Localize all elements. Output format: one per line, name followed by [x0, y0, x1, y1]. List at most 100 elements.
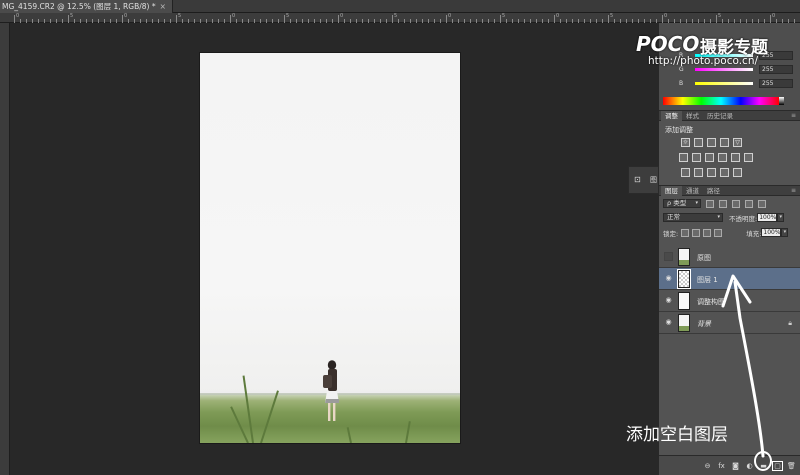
ruler-tick: [446, 15, 447, 23]
layer-name[interactable]: 图层 1: [697, 275, 718, 285]
adjustment-layer-icon[interactable]: ◐: [745, 462, 754, 470]
slider-bar-b[interactable]: [695, 82, 753, 85]
filter-pixel-icon[interactable]: [706, 199, 714, 208]
layer-thumbnail[interactable]: [678, 314, 690, 332]
tab-adjustments[interactable]: 调整: [661, 110, 682, 121]
tab-channels[interactable]: 通道: [682, 186, 703, 196]
visibility-toggle[interactable]: [664, 252, 673, 261]
document-tab[interactable]: MG_4159.CR2 @ 12.5% (图层 1, RGB/8) * ×: [0, 0, 173, 13]
ruler-tick: [458, 19, 459, 23]
photo-filter-icon[interactable]: [718, 153, 727, 162]
vibrance-icon[interactable]: ▽: [733, 138, 742, 147]
layer-filter-select[interactable]: ρ 类型 ▾: [663, 199, 701, 208]
ruler-tick: [38, 19, 39, 23]
ruler-tick: [770, 15, 771, 23]
color-spectrum-bar[interactable]: [663, 97, 779, 105]
invert-icon[interactable]: [681, 168, 690, 177]
panel-menu-icon[interactable]: ≡: [791, 187, 796, 194]
fill-field[interactable]: 100%: [761, 228, 782, 237]
ruler-tick: [56, 19, 57, 23]
lock-label: 锁定:: [663, 229, 679, 238]
ruler-tick: [464, 19, 465, 23]
filter-adjustment-icon[interactable]: [719, 199, 727, 208]
ruler-tick: [314, 19, 315, 23]
layer-thumbnail[interactable]: [677, 269, 691, 289]
black-white-ramp[interactable]: [779, 97, 784, 105]
trash-icon[interactable]: 🗑︎: [787, 462, 796, 470]
black-white-icon[interactable]: [705, 153, 714, 162]
collapsed-panel-dock[interactable]: ⊡ 图: [628, 166, 659, 194]
levels-icon[interactable]: [694, 138, 703, 147]
logo-brand: POCO: [636, 32, 700, 56]
color-row-b[interactable]: B 255: [679, 79, 797, 89]
vertical-ruler[interactable]: [0, 23, 10, 475]
selective-color-icon[interactable]: [733, 168, 742, 177]
eye-icon[interactable]: ◉: [664, 318, 673, 327]
layer-name[interactable]: 调整构图: [697, 297, 725, 307]
lock-icon[interactable]: 🔒︎: [788, 319, 792, 328]
panel-icon[interactable]: ⊡: [634, 175, 641, 184]
lock-brush-icon[interactable]: [692, 228, 701, 237]
gradient-map-icon[interactable]: [720, 168, 729, 177]
color-lookup-icon[interactable]: [744, 153, 753, 162]
layer-name[interactable]: 原图: [697, 253, 711, 263]
posterize-icon[interactable]: [694, 168, 703, 177]
girl-figure: [323, 360, 339, 421]
layer-row-adjust-composition[interactable]: ◉ 调整构图: [659, 290, 800, 312]
image-canvas[interactable]: [200, 53, 460, 443]
logo-url: http://photo.poco.cn/: [648, 55, 759, 67]
blend-opacity-row: 正常 ▾ 不透明度: 100% ▾: [663, 212, 796, 223]
adjustment-row-1: ☼ ▽: [681, 138, 742, 147]
ruler-tick: [182, 19, 183, 23]
layer-thumbnail[interactable]: [678, 292, 690, 310]
fill-dropdown-icon[interactable]: ▾: [781, 228, 789, 237]
eye-icon[interactable]: ◉: [664, 296, 673, 305]
ruler-tick: [122, 15, 123, 23]
ruler-tick: [302, 19, 303, 23]
layer-row-layer-1[interactable]: ◉ 图层 1: [659, 268, 800, 290]
filter-type-icon[interactable]: [732, 199, 740, 208]
opacity-dropdown-icon[interactable]: ▾: [777, 213, 785, 222]
blend-mode-select[interactable]: 正常 ▾: [663, 213, 723, 222]
hue-saturation-icon[interactable]: [679, 153, 688, 162]
tab-paths[interactable]: 路径: [703, 186, 724, 196]
layer-row-background[interactable]: ◉ 背景 🔒︎: [659, 312, 800, 334]
close-icon[interactable]: ×: [160, 2, 166, 11]
ruler-tick: [74, 19, 75, 23]
layer-name[interactable]: 背景: [697, 319, 711, 329]
ruler-tick: [542, 19, 543, 23]
mask-icon[interactable]: ◙: [731, 462, 740, 470]
curves-icon[interactable]: [707, 138, 716, 147]
lock-move-icon[interactable]: [703, 228, 712, 237]
new-layer-icon[interactable]: ▢: [772, 460, 783, 471]
link-icon[interactable]: ⊖: [703, 462, 712, 470]
tab-history[interactable]: 历史记录: [703, 111, 737, 121]
group-folder-icon[interactable]: ▬: [759, 462, 768, 470]
exposure-icon[interactable]: [720, 138, 729, 147]
ruler-tick: [386, 19, 387, 23]
fx-icon[interactable]: fx: [717, 462, 726, 470]
panel-menu-icon[interactable]: ≡: [791, 112, 796, 119]
tab-styles[interactable]: 样式: [682, 111, 703, 121]
filter-smart-object-icon[interactable]: [758, 199, 766, 208]
adjustments-title: 添加调整: [665, 126, 693, 134]
layer-thumbnail[interactable]: [678, 248, 690, 266]
threshold-icon[interactable]: [707, 168, 716, 177]
ruler-tick: [248, 19, 249, 23]
horizontal-ruler[interactable]: 0 5 0 5 0 5 0 5 0 5 0 5 0 5 0: [0, 13, 800, 23]
ruler-tick: [224, 19, 225, 23]
layers-panel-header: 图层 通道 路径 ≡: [659, 185, 800, 196]
filter-shape-icon[interactable]: [745, 199, 753, 208]
channel-value-b[interactable]: 255: [759, 79, 793, 88]
eye-icon[interactable]: ◉: [664, 274, 673, 283]
channel-mixer-icon[interactable]: [731, 153, 740, 162]
layer-row-original[interactable]: 原图: [659, 246, 800, 268]
tab-layers[interactable]: 图层: [661, 185, 682, 196]
lock-transparent-icon[interactable]: [681, 228, 690, 237]
color-balance-icon[interactable]: [692, 153, 701, 162]
opacity-field[interactable]: 100%: [757, 213, 778, 222]
lock-all-icon[interactable]: [714, 228, 723, 237]
brightness-icon[interactable]: ☼: [681, 138, 690, 147]
ruler-tick: [92, 19, 93, 23]
ruler-tick: [356, 19, 357, 23]
